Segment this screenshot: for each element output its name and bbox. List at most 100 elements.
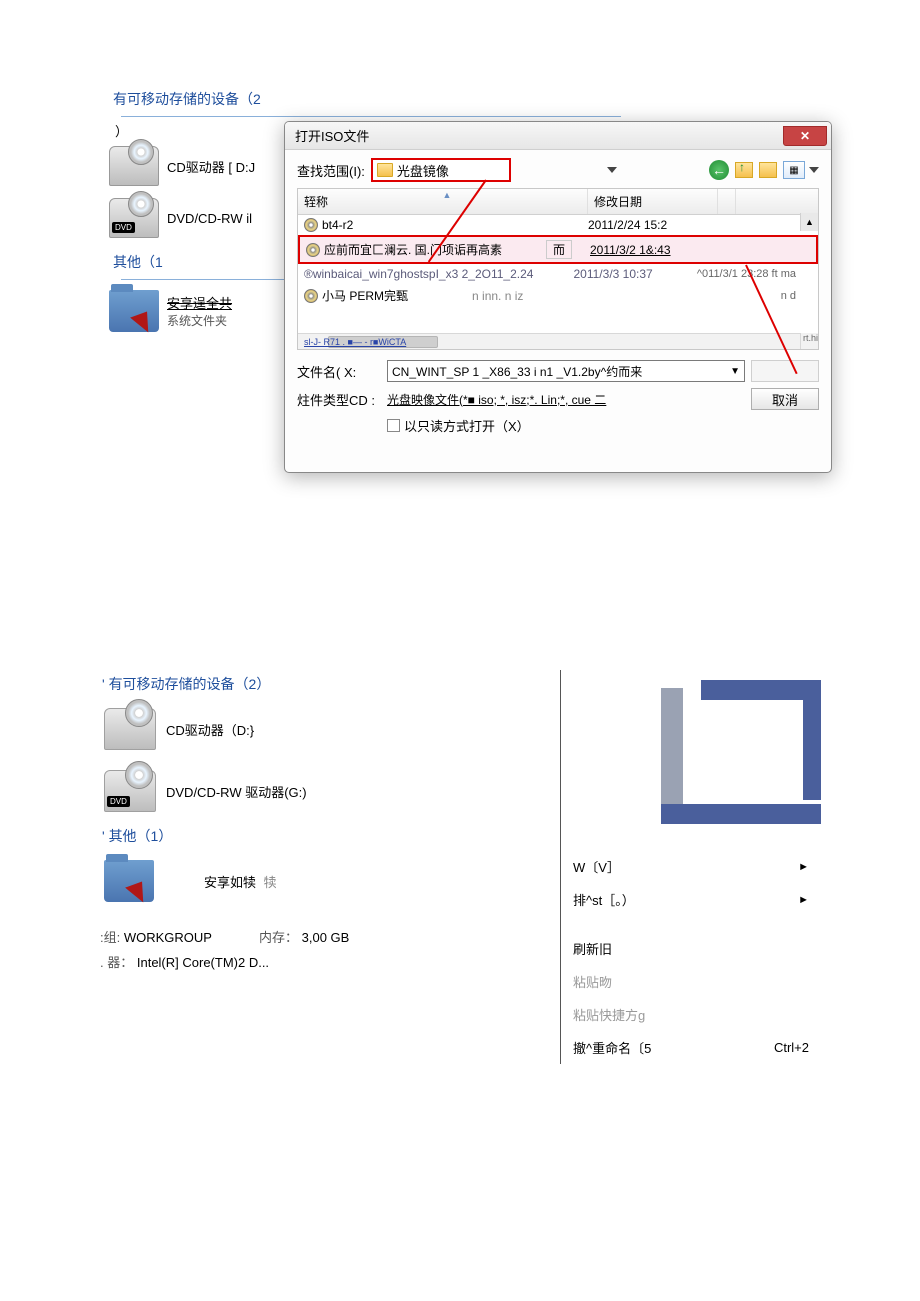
ctx-item-sort[interactable]: 排^st［。） ► — [561, 883, 821, 916]
dialog-toolbar: ← ▦ — [709, 160, 819, 180]
share-item-label: 安享如犊 犊 — [204, 872, 277, 891]
file-date: 2011/3/3 10:37 — [574, 267, 697, 281]
cd-disc-icon — [128, 139, 154, 165]
section-closing-paren: ） — [105, 121, 285, 140]
filename-input[interactable]: CN_WINT_SP 1 _X86_33 i n1 _V1.2by^约而来 ▼ — [387, 360, 745, 382]
ctx-label: 粘贴快捷方g — [573, 1005, 645, 1024]
file-list: 轾称 ▲ 修改日期 ▲ bt4-r2 2011/2/24 15:2 — [297, 188, 819, 350]
ctx-label: 刷新旧 — [573, 939, 612, 958]
section-removable-header2[interactable]: ' 有可移动存储的设备（2） — [100, 670, 440, 698]
lookin-dropdown-arrow[interactable] — [607, 167, 617, 173]
dialog-body: 查找范围(I): 光盘镜像 ← ▦ — [285, 150, 831, 441]
dvd-drive-icon: DVD — [109, 198, 159, 238]
corner-text: rt.hi — [800, 333, 818, 349]
view-grid-icon: ▦ — [789, 165, 798, 176]
close-button[interactable]: ✕ — [783, 126, 827, 146]
back-arrow-icon: ← — [712, 162, 726, 178]
section-other-header[interactable]: 其他（1 — [105, 248, 285, 275]
column-date-label: 修改日期 — [594, 195, 642, 209]
ctx-item-view[interactable]: W〔V］ ► — [561, 850, 821, 883]
filename-dropdown-arrow[interactable]: ▼ — [730, 366, 740, 377]
cd-drive-icon — [104, 708, 156, 750]
ctx-item-paste-shortcut: 粘贴快捷方g — [561, 998, 821, 1031]
cancel-button[interactable]: 取消 — [751, 388, 819, 410]
file-row-selected[interactable]: 应前而宜匚澜云. 国.门项诟再高素 而 2011/3/2 1&:43 — [298, 235, 818, 264]
dialog-title: 打开ISO文件 — [295, 126, 369, 145]
folder-icon — [104, 860, 154, 902]
section-other-label: 其他（1 — [113, 254, 163, 270]
lookin-value: 光盘镜像 — [397, 161, 449, 180]
back-button[interactable]: ← — [709, 160, 729, 180]
file-name: 小马 PERM完甄 — [322, 287, 408, 304]
right-panel: W〔V］ ► 排^st［。） ► 刷新旧 粘贴昒 粘贴快捷方g 撤^重命名〔5 … — [560, 670, 820, 1064]
submenu-arrow-icon: ► — [798, 861, 809, 873]
file-date: 2011/2/24 15:2 — [588, 218, 718, 232]
folder-small-icon — [377, 163, 393, 177]
view-menu-button[interactable]: ▦ — [783, 161, 805, 179]
lookin-label: 查找范围(I): — [297, 161, 365, 180]
cpu-value: Intel(R] Core(TM)2 D... — [137, 955, 269, 970]
column-header-name[interactable]: 轾称 ▲ — [298, 189, 588, 214]
group-value: WORKGROUP — [124, 930, 212, 945]
close-icon: ✕ — [800, 129, 810, 143]
filename-value: CN_WINT_SP 1 _X86_33 i n1 _V1.2by^约而来 — [392, 363, 642, 380]
file-row[interactable]: ®winbaicai_win7ghostspI_x3 2_2O11_2.24 2… — [298, 264, 818, 284]
cd-drive-label: CD驱动器（D:} — [166, 720, 254, 739]
iso-file-icon — [304, 218, 318, 232]
horizontal-scrollbar[interactable]: sl-J- R71 . ■— - r■WiCTA rt.hi — [298, 333, 800, 349]
explorer-left-bottom: ' 有可移动存储的设备（2） CD驱动器（D:} DVD DVD/CD-RW 驱… — [100, 670, 440, 975]
readonly-row: 以只读方式打开（X） — [297, 416, 819, 435]
dialog-titlebar[interactable]: 打开ISO文件 ✕ — [285, 122, 831, 150]
share-folder-item2[interactable]: 安享如犊 犊 — [100, 850, 440, 912]
mid-text: n inn. n iz — [472, 289, 523, 303]
view-dropdown-arrow[interactable] — [809, 167, 819, 173]
file-extra: ^011/3/1 23:28 ft ma — [697, 268, 818, 280]
section-removable-header[interactable]: 有可移动存储的设备（2 — [105, 85, 285, 112]
system-info: :组: WORKGROUP 内存： 3,00 GB . 器： Intel(R] … — [100, 926, 440, 975]
mid-text: 而 — [546, 240, 572, 259]
mem-value: 3,00 GB — [302, 930, 350, 945]
cd-drive-label: CD驱动器 [ D:J — [167, 157, 255, 176]
file-date: 2011/3/2 1&:43 — [590, 243, 720, 257]
dvd-drive-icon: DVD — [104, 770, 156, 812]
red-arrow-overlay — [125, 882, 149, 907]
dvd-drive-item2[interactable]: DVD DVD/CD-RW 驱动器(G:) — [100, 760, 440, 822]
dvd-drive-label: DVD/CD-RW 驱动器(G:) — [166, 782, 307, 801]
filetype-combobox[interactable]: 光盘映像文件(*■ iso; *, isz;*. Lin;*, cue 二 — [387, 391, 745, 408]
readonly-label: 以只读方式打开（X） — [404, 416, 530, 435]
ctx-item-paste: 粘贴昒 — [561, 965, 821, 998]
ctx-item-undo-rename[interactable]: 撤^重命名〔5 Ctrl+2 — [561, 1031, 821, 1064]
bottom-region: ' 有可移动存储的设备（2） CD驱动器（D:} DVD DVD/CD-RW 驱… — [100, 670, 820, 1064]
section-removable-label: 有可移动存储的设备（2 — [113, 91, 261, 107]
lookin-combobox[interactable]: 光盘镜像 — [371, 158, 511, 182]
readonly-checkbox[interactable] — [387, 419, 400, 432]
cd-drive-item2[interactable]: CD驱动器（D:} — [100, 698, 440, 760]
cd-drive-item[interactable]: CD驱动器 [ D:J — [105, 140, 285, 192]
dvd-badge: DVD — [107, 796, 130, 807]
ctx-item-refresh[interactable]: 刷新旧 — [561, 932, 821, 965]
file-name: 应前而宜匚澜云. 国.门项诟再高素 — [324, 241, 502, 258]
ctx-label: W〔V］ — [573, 857, 620, 876]
column-name-label: 轾称 — [304, 195, 328, 209]
section-other-header2[interactable]: ' 其他（1） — [100, 822, 440, 850]
dvd-drive-item[interactable]: DVD DVD/CD-RW il — [105, 192, 285, 244]
new-folder-button[interactable] — [759, 162, 777, 178]
share-folder-item[interactable]: 安享逞全共 系统文件夹 — [105, 284, 285, 338]
up-one-level-button[interactable] — [735, 162, 753, 178]
dvd-disc-icon — [125, 761, 153, 789]
iso-file-icon — [306, 243, 320, 257]
file-row[interactable]: 小马 PERM完甄 n inn. n iz n d — [298, 284, 818, 307]
context-menu: W〔V］ ► 排^st［。） ► 刷新旧 粘贴昒 粘贴快捷方g 撤^重命名〔5 … — [561, 850, 821, 1064]
cd-drive-icon — [109, 146, 159, 186]
scroll-up-button[interactable]: ▲ — [800, 213, 818, 231]
explorer-left-panel: 有可移动存储的设备（2 ） CD驱动器 [ D:J DVD DVD/CD-RW … — [105, 85, 285, 345]
open-button[interactable] — [751, 360, 819, 382]
folder-icon — [109, 290, 159, 332]
file-extra: n d — [781, 290, 818, 302]
share-main: 安享如犊 — [204, 875, 256, 890]
divider — [121, 116, 621, 117]
column-scroll-gap — [718, 189, 736, 214]
file-row[interactable]: bt4-r2 2011/2/24 15:2 — [298, 215, 818, 235]
filetype-label: 炷件类型CD : — [297, 390, 381, 409]
column-header-modified[interactable]: 修改日期 — [588, 189, 718, 214]
